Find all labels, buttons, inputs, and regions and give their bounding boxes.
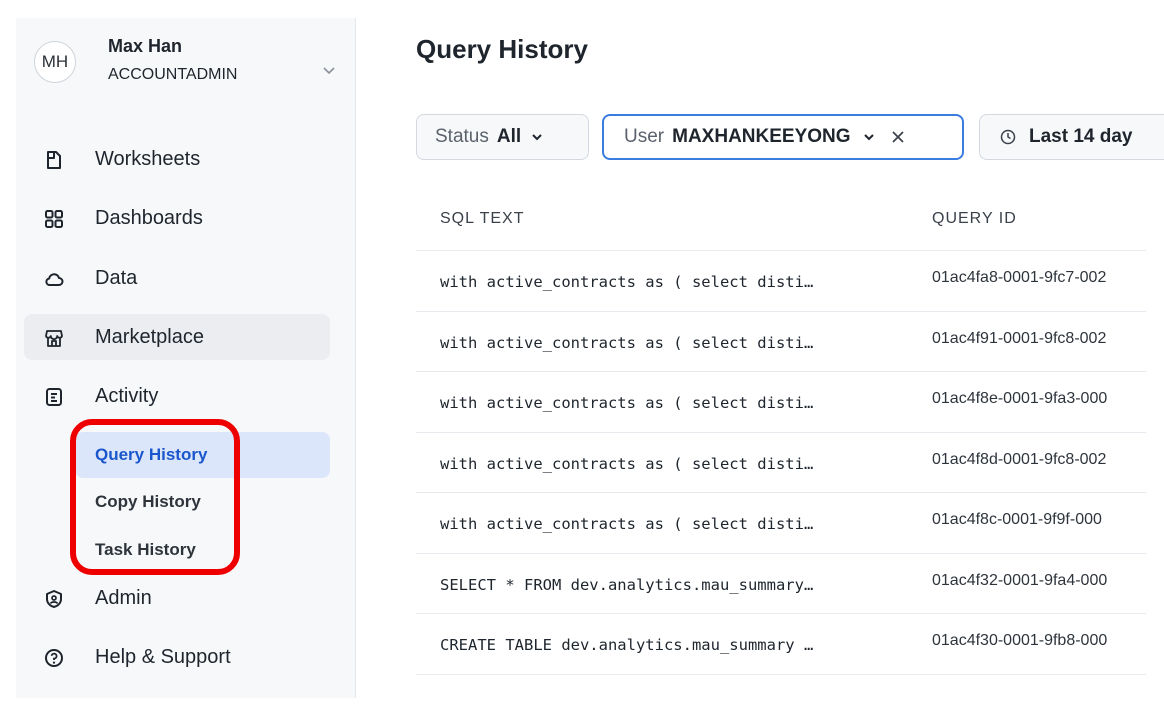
- sidebar-item-label: Help & Support: [95, 645, 231, 668]
- sidebar-item-help-support[interactable]: Help & Support: [24, 634, 330, 680]
- worksheet-icon: [47, 151, 61, 169]
- sql-text-cell: with active_contracts as ( select disti…: [440, 454, 814, 473]
- sidebar-item-data[interactable]: Data: [24, 255, 330, 301]
- sidebar-item-label: Worksheets: [95, 147, 201, 170]
- sidebar-item-label: Marketplace: [95, 325, 204, 348]
- sidebar-item-dashboards[interactable]: Dashboards: [24, 195, 330, 241]
- filter-value: MAXHANKEEYONG: [672, 126, 851, 147]
- chevron-down-icon[interactable]: [322, 63, 336, 77]
- sql-text-cell: with active_contracts as ( select disti…: [440, 515, 814, 533]
- avatar: MH: [34, 41, 76, 83]
- close-icon[interactable]: [891, 130, 905, 144]
- user-role: ACCOUNTADMIN: [108, 66, 238, 83]
- table-row[interactable]: with active_contracts as ( select disti……: [416, 250, 1146, 311]
- table-row[interactable]: with active_contracts as ( select disti……: [416, 431, 1146, 493]
- filter-value: All: [496, 126, 522, 147]
- chevron-down-icon: [532, 134, 542, 141]
- filter-value: Last 14 day: [1029, 126, 1133, 147]
- annotation-highlight-box: [70, 419, 240, 575]
- sidebar-item-activity[interactable]: Activity: [24, 373, 330, 419]
- sidebar-item-marketplace[interactable]: Marketplace: [24, 314, 330, 360]
- help-icon: [45, 649, 63, 667]
- status-filter[interactable]: Status All: [416, 114, 589, 160]
- query-id-cell[interactable]: 01ac4f8e-0001-9fa3-000: [932, 390, 1107, 408]
- shield-icon: [46, 590, 62, 608]
- user-menu[interactable]: MH Max Han ACCOUNTADMIN: [34, 33, 336, 103]
- user-filter[interactable]: User MAXHANKEEYONG: [602, 114, 964, 160]
- table-row[interactable]: SELECT * FROM dev.analytics.mau_summary……: [416, 552, 1146, 614]
- query-id-cell[interactable]: 01ac4f91-0001-9fc8-002: [932, 330, 1106, 348]
- clock-icon: [1000, 129, 1016, 145]
- table-row[interactable]: with active_contracts as ( select disti……: [416, 371, 1146, 432]
- sidebar-item-label: Data: [95, 266, 138, 289]
- table-row[interactable]: with active_contracts as ( select disti……: [416, 492, 1146, 553]
- chevron-down-icon[interactable]: [863, 131, 875, 143]
- sidebar-item-label: Admin: [95, 586, 152, 609]
- query-id-cell[interactable]: 01ac4f8c-0001-9f9f-000: [932, 511, 1102, 529]
- table-row[interactable]: CREATE TABLE dev.analytics.mau_summary ……: [416, 613, 1146, 674]
- filter-key: Status: [435, 126, 489, 147]
- sidebar-item-admin[interactable]: Admin: [24, 575, 330, 621]
- sql-text-cell: with active_contracts as ( select disti…: [440, 394, 814, 412]
- page-title: Query History: [416, 34, 588, 64]
- query-id-cell[interactable]: 01ac4f8d-0001-9fc8-002: [932, 451, 1106, 469]
- column-header-query-id[interactable]: QUERY ID: [932, 210, 1017, 228]
- activity-doc-icon: [46, 388, 62, 406]
- table-row-divider: [416, 673, 1146, 705]
- sql-text-cell: SELECT * FROM dev.analytics.mau_summary…: [440, 575, 814, 594]
- sql-text-cell: CREATE TABLE dev.analytics.mau_summary …: [440, 636, 814, 654]
- sidebar-item-worksheets[interactable]: Worksheets: [24, 136, 330, 182]
- store-icon: [45, 330, 63, 347]
- sidebar-item-label: Activity: [95, 384, 159, 407]
- cloud-icon: [45, 273, 64, 286]
- sql-text-cell: with active_contracts as ( select disti…: [440, 273, 814, 291]
- query-id-cell[interactable]: 01ac4f30-0001-9fb8-000: [932, 632, 1107, 650]
- table-row[interactable]: with active_contracts as ( select disti……: [416, 310, 1146, 372]
- filter-key: User: [624, 126, 665, 147]
- dashboard-grid-icon: [45, 210, 63, 228]
- date-range-filter[interactable]: Last 14 day: [979, 114, 1164, 160]
- sql-text-cell: with active_contracts as ( select disti…: [440, 333, 814, 352]
- sidebar: MH Max Han ACCOUNTADMIN Worksheets Dashb…: [16, 18, 356, 698]
- column-header-sql-text[interactable]: SQL TEXT: [440, 210, 524, 228]
- user-name: Max Han: [108, 36, 183, 56]
- query-id-cell[interactable]: 01ac4f32-0001-9fa4-000: [932, 572, 1107, 590]
- query-id-cell[interactable]: 01ac4fa8-0001-9fc7-002: [932, 269, 1106, 287]
- sidebar-item-label: Dashboards: [95, 206, 203, 229]
